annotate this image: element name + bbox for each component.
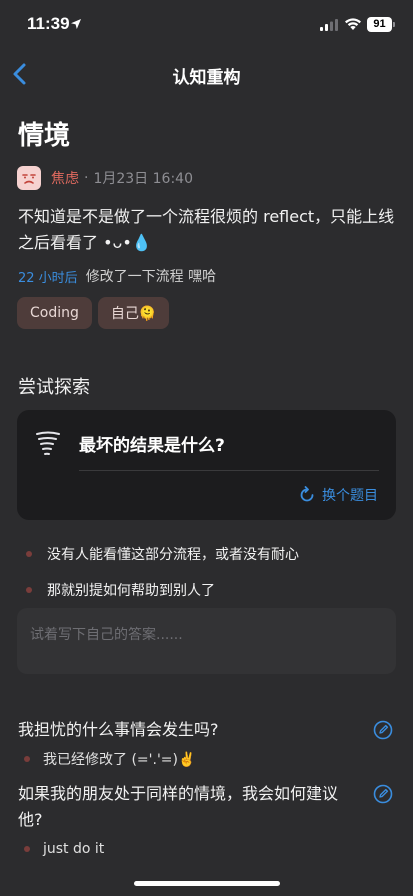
mood-row: 焦虑 · 1月23日 16:40 (17, 165, 193, 190)
battery-indicator: 91 (367, 17, 392, 32)
bullet-dot (26, 587, 32, 593)
bullet-dot (26, 551, 32, 557)
answer-input[interactable]: 试着写下自己的答案...... (17, 608, 396, 674)
entry-update: 22 小时后 修改了一下流程 嘿哈 (18, 266, 216, 286)
question-answer: 我已经修改了 (='.'=)✌️ (18, 743, 396, 775)
mood-label: 焦虑 (51, 170, 79, 187)
wifi-icon (345, 18, 361, 30)
tag-self[interactable]: 自己🫠 (97, 297, 170, 329)
question-title: 我担忧的什么事情会发生吗? (18, 720, 219, 739)
tornado-icon (36, 431, 60, 455)
answer-item: 没有人能看懂这部分流程，或者没有耐心 (18, 536, 398, 572)
bullet-dot (24, 756, 30, 762)
battery-tip (393, 22, 395, 27)
anxious-face-icon (17, 165, 41, 190)
tag-coding[interactable]: Coding (17, 297, 92, 329)
tag-list: Coding 自己🫠 (17, 297, 170, 329)
entry-text: 不知道是不是做了一个流程很烦的 reflect，只能上线之后看看了 •ᴗ•💧 (18, 207, 395, 252)
location-arrow-icon (71, 19, 81, 29)
question-divider (79, 470, 379, 471)
question-block: 如果我的朋友处于同样的情境，我会如何建议他? just do it (18, 781, 396, 865)
update-time: 22 小时后 (18, 270, 78, 286)
change-question-label: 换个题目 (322, 488, 378, 504)
question-answer-text: 我已经修改了 (='.'=)✌️ (43, 752, 196, 768)
question-text: 最坏的结果是什么? (79, 436, 225, 456)
bullet-dot (24, 846, 30, 852)
status-time: 11:39 (27, 14, 70, 33)
refresh-icon (300, 486, 314, 502)
edit-icon[interactable] (373, 720, 393, 740)
answer-item: 那就别提如何帮助到别人了 (18, 572, 398, 608)
change-question-button[interactable]: 换个题目 (298, 485, 378, 505)
section-title-explore: 尝试探索 (18, 377, 90, 398)
home-indicator[interactable] (134, 881, 280, 886)
update-note: 修改了一下流程 嘿哈 (85, 269, 217, 285)
page-title: 情境 (18, 121, 71, 151)
entry-date: 1月23日 16:40 (93, 170, 193, 187)
question-title: 如果我的朋友处于同样的情境，我会如何建议他? (18, 784, 339, 829)
question-answer: just do it (18, 833, 396, 865)
question-answer-text: just do it (43, 841, 105, 857)
answer-text: 那就别提如何帮助到别人了 (47, 583, 215, 599)
answer-list: 没有人能看懂这部分流程，或者没有耐心 那就别提如何帮助到别人了 (18, 536, 398, 608)
nav-title: 认知重构 (172, 68, 241, 88)
question-list: 我担忧的什么事情会发生吗? 我已经修改了 (='.'=)✌️ 如果我的朋友处于同… (18, 717, 396, 865)
answer-text: 没有人能看懂这部分流程，或者没有耐心 (47, 547, 299, 563)
question-block: 我担忧的什么事情会发生吗? 我已经修改了 (='.'=)✌️ (18, 717, 396, 775)
edit-icon[interactable] (373, 784, 393, 804)
status-bar: 11:39 91 (0, 0, 413, 50)
cellular-signal-icon (320, 19, 338, 31)
mood-separator: · (84, 169, 89, 186)
question-card: 最坏的结果是什么? 换个题目 (17, 410, 396, 520)
